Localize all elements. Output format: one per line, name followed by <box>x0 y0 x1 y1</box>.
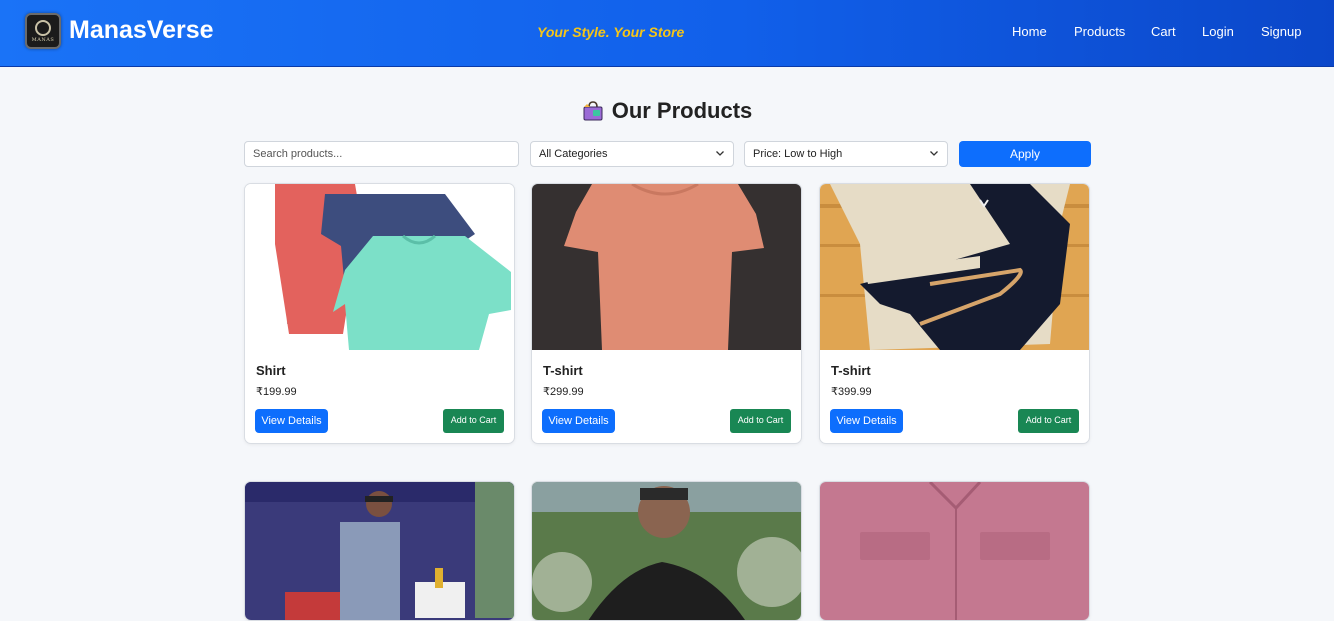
shopping-bag-icon <box>583 101 603 121</box>
nav-link-products[interactable]: Products <box>1074 24 1125 39</box>
brand-name[interactable]: ManasVerse <box>69 16 214 45</box>
nav-link-signup[interactable]: Signup <box>1261 24 1301 39</box>
category-select-value: All Categories <box>539 148 608 160</box>
product-price: ₹399.99 <box>831 386 872 398</box>
product-name: Shirt <box>256 363 286 378</box>
page-title: Our Products <box>0 98 1334 124</box>
nav-link-cart[interactable]: Cart <box>1151 24 1176 39</box>
view-details-button[interactable]: View Details <box>255 409 328 433</box>
product-image[interactable] <box>532 184 801 350</box>
product-name: T-shirt <box>831 363 871 378</box>
apply-button[interactable]: Apply <box>959 141 1091 167</box>
page-title-text: Our Products <box>611 98 753 123</box>
search-input[interactable]: Search products... <box>244 141 519 167</box>
product-card <box>531 481 802 621</box>
product-card <box>819 481 1090 621</box>
add-to-cart-button[interactable]: Add to Cart <box>1018 409 1079 433</box>
product-card <box>244 481 515 621</box>
sort-select[interactable]: Price: Low to High <box>744 141 948 167</box>
product-price: ₹199.99 <box>256 386 297 398</box>
chevron-down-icon <box>930 151 938 156</box>
product-price: ₹299.99 <box>543 386 584 398</box>
product-card: T-shirt ₹399.99 View Details Add to Cart <box>819 183 1090 444</box>
logo-emblem-icon <box>35 20 51 36</box>
tagline: Your Style. Your Store <box>537 24 685 40</box>
top-navbar: MANAS ManasVerse Your Style. Your Store … <box>0 0 1334 67</box>
product-image[interactable] <box>820 482 1089 620</box>
sort-select-value: Price: Low to High <box>753 148 843 160</box>
product-name: T-shirt <box>543 363 583 378</box>
category-select[interactable]: All Categories <box>530 141 734 167</box>
nav-link-login[interactable]: Login <box>1202 24 1234 39</box>
product-image[interactable] <box>532 482 801 620</box>
product-card: T-shirt ₹299.99 View Details Add to Cart <box>531 183 802 444</box>
product-card: Shirt ₹199.99 View Details Add to Cart <box>244 183 515 444</box>
nav-link-home[interactable]: Home <box>1012 24 1047 39</box>
product-image[interactable] <box>245 184 514 350</box>
logo-text: MANAS <box>31 37 55 43</box>
product-image[interactable] <box>820 184 1089 350</box>
view-details-button[interactable]: View Details <box>830 409 903 433</box>
chevron-down-icon <box>716 151 724 156</box>
brand-logo[interactable]: MANAS <box>25 13 61 49</box>
add-to-cart-button[interactable]: Add to Cart <box>443 409 504 433</box>
view-details-button[interactable]: View Details <box>542 409 615 433</box>
add-to-cart-button[interactable]: Add to Cart <box>730 409 791 433</box>
product-image[interactable] <box>245 482 514 620</box>
